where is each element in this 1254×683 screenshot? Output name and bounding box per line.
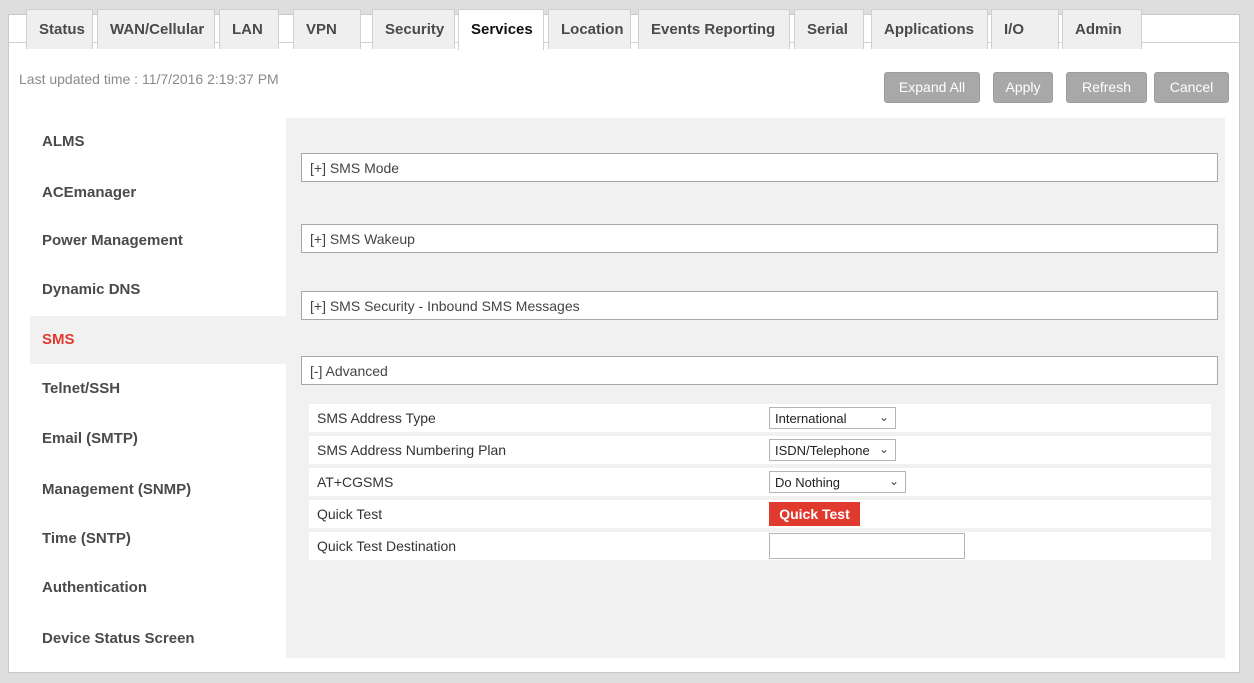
at-cgsms-select[interactable]: Do Nothing ⌄ [769,471,906,493]
quick-test-destination-input[interactable] [769,533,965,559]
chevron-down-icon: ⌄ [878,410,889,424]
sidebar-item-sms[interactable]: SMS [30,316,286,364]
tab-wan-cellular[interactable]: WAN/Cellular [97,9,215,49]
sms-address-type-label: SMS Address Type [317,410,436,426]
quick-test-label: Quick Test [317,506,383,522]
at-cgsms-label: AT+CGSMS [317,474,394,490]
tab-status[interactable]: Status [26,9,93,49]
row-sms-address-type: SMS Address Type International ⌄ [309,404,1211,432]
tab-vpn[interactable]: VPN [293,9,361,49]
section-sms-mode[interactable]: [+] SMS Mode [301,153,1218,182]
sidebar-item-telnet-ssh[interactable]: Telnet/SSH [30,365,286,413]
last-updated-time: Last updated time : 11/7/2016 2:19:37 PM [19,71,279,87]
tab-applications[interactable]: Applications [871,9,988,49]
sidebar-item-authentication[interactable]: Authentication [30,564,286,612]
row-at-cgsms: AT+CGSMS Do Nothing ⌄ [309,468,1211,496]
sidebar-item-power-management[interactable]: Power Management [30,217,286,265]
tab-lan[interactable]: LAN [219,9,279,49]
sidebar-item-acemanager[interactable]: ACEmanager [30,169,286,217]
tab-location[interactable]: Location [548,9,631,49]
row-sms-address-numbering-plan: SMS Address Numbering Plan ISDN/Telephon… [309,436,1211,464]
at-cgsms-value: Do Nothing [775,475,841,490]
sidebar-item-management-snmp[interactable]: Management (SNMP) [30,466,286,514]
sms-address-numbering-plan-select[interactable]: ISDN/Telephone ⌄ [769,439,896,461]
section-advanced[interactable]: [-] Advanced [301,356,1218,385]
section-sms-security[interactable]: [+] SMS Security - Inbound SMS Messages [301,291,1218,320]
tab-serial[interactable]: Serial [794,9,864,49]
sms-address-numbering-plan-label: SMS Address Numbering Plan [317,442,507,458]
expand-all-button[interactable]: Expand All [884,72,980,103]
sidebar-item-device-status-screen[interactable]: Device Status Screen [30,615,286,663]
main-tab-bar: Status WAN/Cellular LAN VPN Security Ser… [9,9,1241,50]
app-frame: Status WAN/Cellular LAN VPN Security Ser… [8,9,1241,673]
sms-address-type-select[interactable]: International ⌄ [769,407,896,429]
tab-security[interactable]: Security [372,9,455,49]
tab-events-reporting[interactable]: Events Reporting [638,9,790,49]
section-sms-wakeup[interactable]: [+] SMS Wakeup [301,224,1218,253]
sms-settings-panel: [+] SMS Mode [+] SMS Wakeup [+] SMS Secu… [286,118,1225,658]
sms-address-type-value: International [775,411,847,426]
apply-button[interactable]: Apply [993,72,1053,103]
tab-io[interactable]: I/O [991,9,1059,49]
sidebar-item-email-smtp[interactable]: Email (SMTP) [30,415,286,463]
sidebar-item-time-sntp[interactable]: Time (SNTP) [30,515,286,563]
refresh-button[interactable]: Refresh [1066,72,1147,103]
row-quick-test: Quick Test Quick Test [309,500,1211,528]
quick-test-destination-label: Quick Test Destination [317,538,457,554]
row-quick-test-destination: Quick Test Destination [309,532,1211,560]
chevron-down-icon: ⌄ [888,474,899,488]
chevron-down-icon: ⌄ [878,442,889,456]
quick-test-button[interactable]: Quick Test [769,502,860,526]
sms-address-numbering-plan-value: ISDN/Telephone [775,443,870,458]
sidebar-item-dynamic-dns[interactable]: Dynamic DNS [30,266,286,314]
tab-admin[interactable]: Admin [1062,9,1142,49]
sidebar-item-alms[interactable]: ALMS [30,118,286,166]
cancel-button[interactable]: Cancel [1154,72,1229,103]
tab-services[interactable]: Services [458,9,544,50]
